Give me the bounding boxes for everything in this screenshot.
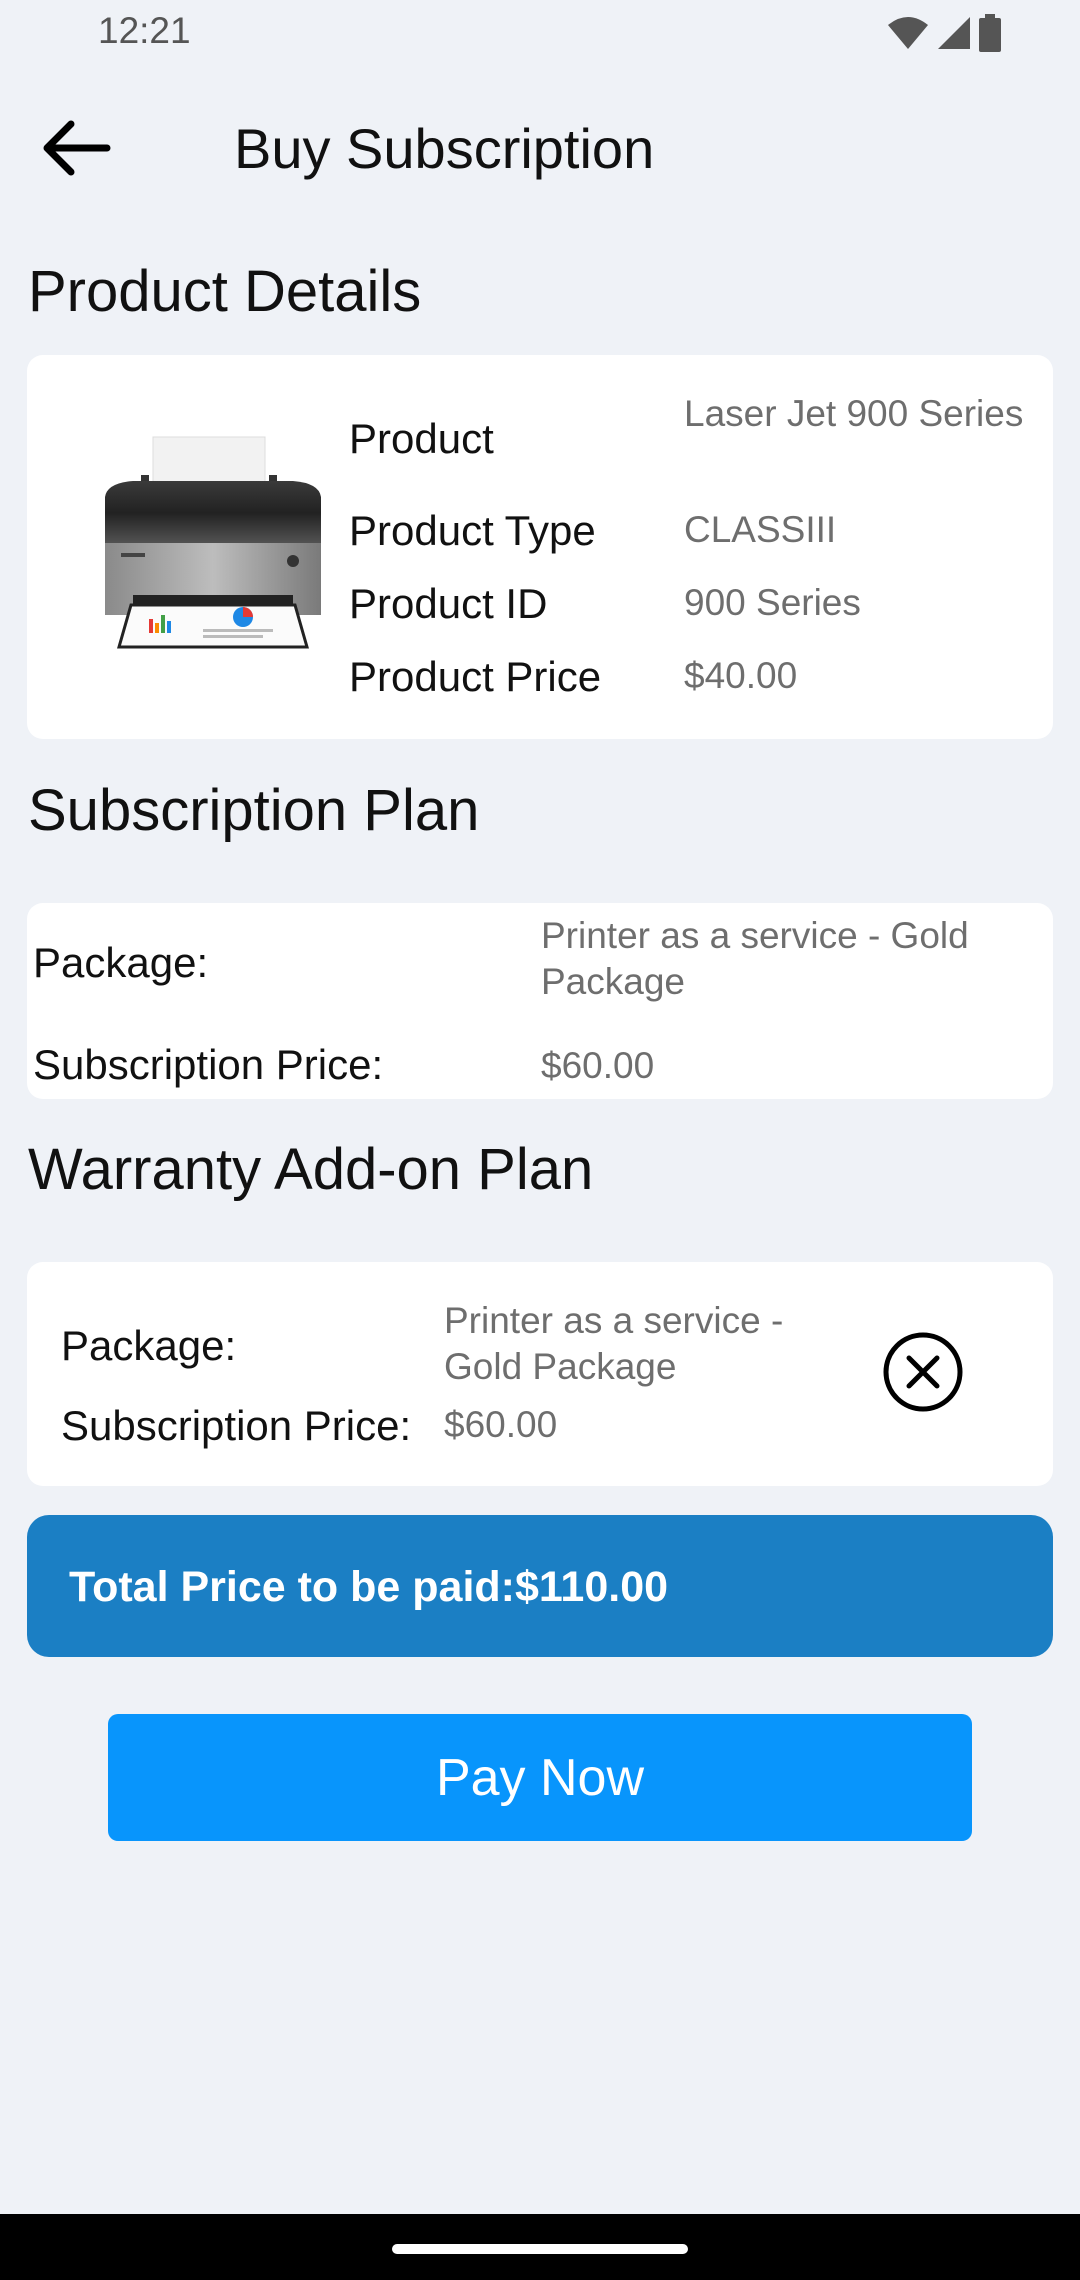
warranty-package-label: Package: [61,1322,237,1369]
close-circle-icon [883,1332,963,1412]
status-icons [886,14,1002,52]
product-details-card: Product Laser Jet 900 Series Product Typ… [27,355,1053,739]
arrow-left-icon [43,120,111,176]
product-type-label: Product Type [349,507,596,554]
system-nav-bar [0,2214,1080,2280]
warranty-plan-title: Warranty Add-on Plan [28,1137,594,1202]
battery-icon [979,14,1001,52]
total-price-bar: Total Price to be paid:$110.00 [27,1515,1053,1657]
product-label: Product [349,415,494,462]
total-price-text: Total Price to be paid:$110.00 [69,1563,669,1611]
product-type-value: CLASSIII [684,509,837,550]
subscription-price-value: $60.00 [541,1045,655,1086]
subscription-price-label: Subscription Price: [33,1041,384,1088]
warranty-package-value: Printer as a service - Gold Package [444,1300,784,1387]
subscription-plan-title: Subscription Plan [28,778,480,843]
product-price-value: $40.00 [684,655,798,696]
page-title: Buy Subscription [234,117,655,180]
subscription-package-label: Package: [33,939,209,986]
product-id-value: 900 Series [684,582,861,623]
subscription-plan-card: Package: Printer as a service - Gold Pac… [27,903,1053,1099]
status-bar: 12:21 [0,0,1080,66]
warranty-plan-card: Package: Printer as a service - Gold Pac… [27,1262,1053,1486]
pay-now-button[interactable]: Pay Now [108,1714,972,1841]
printer-image [105,436,321,649]
signal-icon [938,17,970,49]
subscription-package-value: Printer as a service - Gold Package [541,915,969,1002]
product-value: Laser Jet 900 Series [684,393,1024,434]
product-id-label: Product ID [349,580,548,627]
app-bar: Buy Subscription [0,86,1080,206]
back-button[interactable] [30,108,120,188]
product-details-title: Product Details [28,259,422,324]
status-time: 12:21 [98,10,191,51]
home-indicator[interactable] [392,2244,688,2254]
remove-warranty-button[interactable] [881,1330,965,1414]
warranty-price-value: $60.00 [444,1404,558,1445]
warranty-price-label: Subscription Price: [61,1402,412,1449]
wifi-icon [888,17,928,49]
buy-subscription-screen: 12:21 Buy Subscription Product Details P… [0,0,1080,2280]
product-price-label: Product Price [349,653,602,700]
